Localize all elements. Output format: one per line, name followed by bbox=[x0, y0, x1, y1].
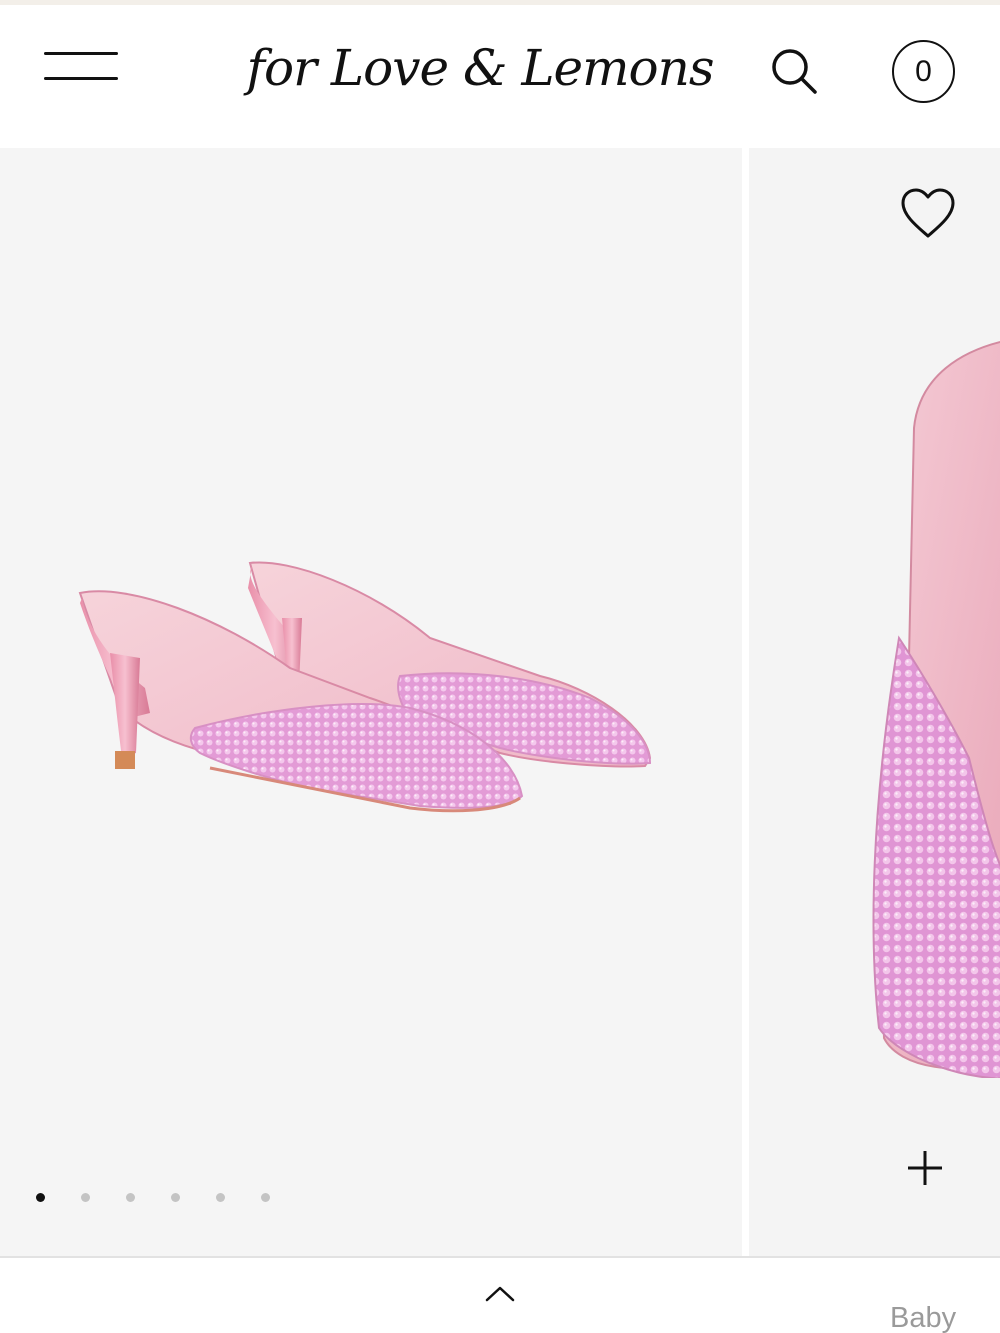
wishlist-button[interactable] bbox=[899, 186, 957, 242]
plus-icon bbox=[908, 1151, 942, 1185]
gallery-dot-4[interactable] bbox=[171, 1193, 180, 1202]
menu-button[interactable] bbox=[44, 47, 120, 87]
site-header: for Love & Lemons 0 bbox=[0, 5, 1000, 148]
gallery-dot-2[interactable] bbox=[81, 1193, 90, 1202]
gallery-slide-next[interactable] bbox=[749, 148, 1000, 1256]
search-button[interactable] bbox=[768, 45, 822, 99]
chevron-up-icon bbox=[485, 1286, 515, 1302]
gallery-dot-3[interactable] bbox=[126, 1193, 135, 1202]
bottom-drawer-bar: Baby bbox=[0, 1256, 1000, 1333]
gallery-slide-main[interactable] bbox=[0, 148, 742, 1256]
gallery-dot-1[interactable] bbox=[36, 1193, 45, 1202]
heart-icon bbox=[901, 188, 955, 238]
quick-add-button[interactable] bbox=[905, 1148, 945, 1188]
peek-label: Baby bbox=[890, 1302, 957, 1333]
product-gallery[interactable] bbox=[0, 148, 1000, 1256]
gallery-dot-5[interactable] bbox=[216, 1193, 225, 1202]
gallery-dot-6[interactable] bbox=[261, 1193, 270, 1202]
search-icon bbox=[772, 49, 817, 94]
cart-button[interactable]: 0 bbox=[892, 40, 955, 103]
brand-logo[interactable]: for Love & Lemons bbox=[247, 23, 715, 113]
product-image-pink-crystal-mules bbox=[78, 561, 652, 813]
menu-icon-bar-bottom bbox=[44, 77, 118, 80]
gallery-pagination bbox=[36, 1193, 306, 1205]
brand-logo-text: for Love & Lemons bbox=[246, 39, 715, 97]
product-image-closeup bbox=[872, 341, 1000, 1078]
menu-icon-bar-top bbox=[44, 52, 118, 55]
expand-drawer-button[interactable] bbox=[480, 1278, 520, 1308]
cart-count: 0 bbox=[915, 54, 932, 88]
